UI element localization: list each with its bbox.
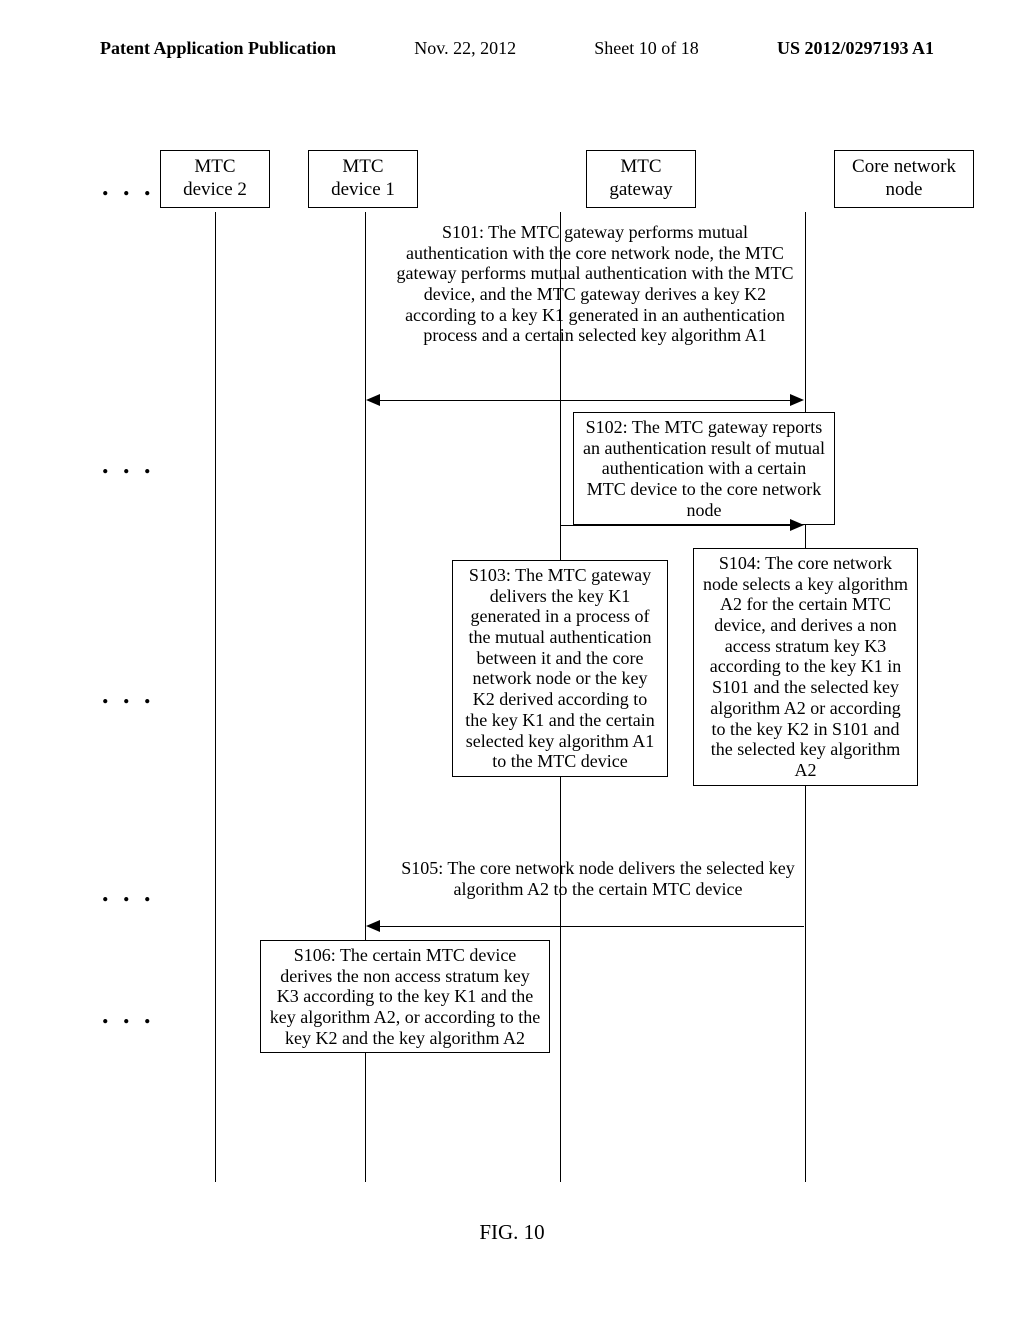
arrow-head-s101-right — [790, 394, 804, 406]
pub-title: Patent Application Publication — [100, 38, 336, 59]
step-s103-text: S103: The MTC gateway delivers the key K… — [465, 565, 654, 771]
step-s103-box: S103: The MTC gateway delivers the key K… — [452, 560, 668, 777]
step-s102-box: S102: The MTC gateway reports an authent… — [573, 412, 835, 525]
ellipsis-row-s106: . . . — [102, 1000, 155, 1030]
step-s105-text: S105: The core network node delivers the… — [398, 858, 798, 899]
arrow-head-s101-left — [366, 394, 380, 406]
entity-mtc-gateway: MTCgateway — [586, 150, 696, 208]
step-s102-text: S102: The MTC gateway reports an authent… — [583, 417, 825, 520]
entity-mtc-device-2-label: MTCdevice 2 — [183, 156, 247, 200]
arrow-head-s105 — [366, 920, 380, 932]
entity-mtc-device-2: MTCdevice 2 — [160, 150, 270, 208]
ellipsis-row-s105: . . . — [102, 878, 155, 908]
entity-mtc-device-1-label: MTCdevice 1 — [331, 156, 395, 200]
step-s104-text: S104: The core network node selects a ke… — [703, 553, 908, 780]
sequence-diagram: . . . MTCdevice 2 MTCdevice 1 MTCgateway… — [80, 150, 944, 208]
entity-core-network-node-label: Core networknode — [852, 156, 956, 200]
arrow-head-s102 — [790, 519, 804, 531]
arrow-s105 — [369, 926, 804, 927]
lifeline-dev2 — [215, 212, 216, 1182]
ellipsis-row-s103: . . . — [102, 680, 155, 710]
entity-row: MTCdevice 2 MTCdevice 1 MTCgateway Core … — [160, 150, 944, 208]
arrow-s102 — [561, 525, 801, 526]
step-s106-text: S106: The certain MTC device derives the… — [270, 945, 540, 1048]
step-s101-text: S101: The MTC gateway performs mutual au… — [395, 222, 795, 346]
sheet-label: Sheet 10 of 18 — [594, 38, 698, 59]
entity-core-network-node: Core networknode — [834, 150, 974, 208]
ellipsis-row-s102: . . . — [102, 450, 155, 480]
ellipsis-entities: . . . — [102, 172, 155, 202]
step-s106-box: S106: The certain MTC device derives the… — [260, 940, 550, 1053]
pub-date: Nov. 22, 2012 — [414, 38, 516, 59]
step-s104-box: S104: The core network node selects a ke… — [693, 548, 918, 786]
figure-label: FIG. 10 — [0, 1220, 1024, 1245]
doc-number: US 2012/0297193 A1 — [777, 38, 934, 59]
entity-mtc-device-1: MTCdevice 1 — [308, 150, 418, 208]
page-header: Patent Application Publication Nov. 22, … — [0, 38, 1024, 59]
arrow-s101 — [370, 400, 800, 401]
entity-mtc-gateway-label: MTCgateway — [609, 156, 672, 200]
